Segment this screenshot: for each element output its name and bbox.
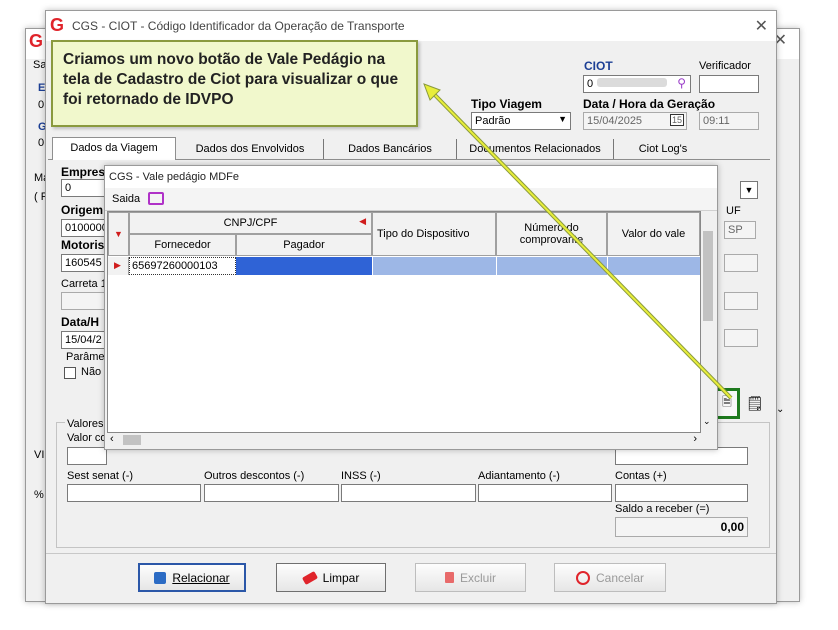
dropdown-chevron-icon[interactable]: ▼: [740, 181, 758, 199]
popup-title: CGS - Vale pedágio MDFe: [109, 171, 240, 183]
parametros-label: Parâme: [66, 351, 105, 363]
ciot-label: CIOT: [584, 59, 613, 73]
window-title: CGS - CIOT - Código Identificador da Ope…: [72, 19, 405, 33]
tipo-viagem-select[interactable]: Padrão ▼: [471, 112, 571, 130]
col-cnpj-cpf[interactable]: CNPJ/CPF ◀: [129, 212, 372, 234]
contas-input[interactable]: [615, 484, 748, 502]
cell-pagador[interactable]: [236, 257, 372, 275]
sest-senat-label: Sest senat (-): [67, 470, 134, 482]
origem-label: Origem: [61, 203, 104, 217]
report-icon[interactable]: 🗒: [746, 395, 764, 412]
nao-label: Não: [81, 366, 102, 378]
adiantamento-input[interactable]: [478, 484, 612, 502]
saldo-label: Saldo a receber (=): [615, 503, 710, 515]
scroll-right-icon[interactable]: ›: [693, 433, 697, 445]
vertical-scrollbar[interactable]: ⌄: [701, 211, 715, 433]
valores-label: Valores: [65, 418, 106, 430]
saldo-input: 0,00: [615, 517, 748, 537]
row-indicator-header: ▼: [108, 212, 129, 256]
footer-separator: [46, 553, 776, 554]
tab-dados-envolvidos[interactable]: Dados dos Envolvidos: [177, 139, 324, 159]
carreta-label: Carreta 1: [61, 278, 107, 290]
tab-ciot-logs[interactable]: Ciot Log's: [614, 139, 712, 159]
right-field-1[interactable]: [724, 254, 758, 272]
sort-triangle-icon: ▼: [114, 229, 123, 239]
save-icon: [154, 571, 167, 584]
uf-input[interactable]: SP: [724, 221, 756, 239]
back-fragment: 0: [38, 137, 45, 149]
menu-saida[interactable]: Saida: [112, 193, 140, 205]
tab-dados-bancarios[interactable]: Dados Bancários: [324, 139, 457, 159]
chevron-down-icon[interactable]: ⌄: [776, 404, 784, 415]
app-logo-icon: G: [29, 31, 44, 51]
tipo-viagem-label: Tipo Viagem: [471, 97, 542, 111]
scroll-left-icon[interactable]: ‹: [110, 433, 114, 445]
vale-pedagio-popup: CGS - Vale pedágio MDFe Saida ▼ CNPJ/CPF…: [104, 165, 718, 450]
eraser-icon: [301, 570, 318, 585]
collapse-triangle-icon[interactable]: ◀: [359, 216, 366, 227]
cancel-icon: [575, 570, 590, 585]
data-geracao-label: Data / Hora da Geração: [583, 97, 716, 111]
sest-senat-input[interactable]: [67, 484, 201, 502]
tab-dados-viagem[interactable]: Dados da Viagem: [52, 137, 176, 160]
excluir-button[interactable]: Excluir: [415, 563, 526, 592]
col-pagador[interactable]: Pagador: [236, 234, 372, 256]
outros-descontos-label: Outros descontos (-): [204, 470, 305, 482]
col-valor-vale[interactable]: Valor do vale: [607, 212, 700, 256]
scroll-down-icon[interactable]: ⌄: [703, 416, 711, 427]
cancelar-button[interactable]: Cancelar: [554, 563, 666, 592]
outros-descontos-input[interactable]: [204, 484, 339, 502]
monitor-icon[interactable]: [148, 192, 164, 205]
cell-numero-comprovante[interactable]: [496, 257, 607, 275]
app-logo-icon: G: [50, 15, 65, 35]
tab-documentos-relacionados[interactable]: Documentos Relacionados: [457, 139, 614, 159]
row-indicator: ▶: [108, 257, 129, 275]
contas-label: Contas (+): [615, 470, 667, 482]
verificador-input[interactable]: [699, 75, 759, 93]
horizontal-scrollbar[interactable]: ‹ ›: [107, 433, 701, 447]
ciot-titlebar: G CGS - CIOT - Código Identificador da O…: [46, 11, 776, 41]
col-numero-comprovante[interactable]: Número do comprovante: [496, 212, 607, 256]
document-icon: 🗎: [722, 395, 732, 409]
popup-menubar: Saida: [105, 188, 717, 211]
motorista-label: Motorist: [61, 238, 109, 252]
current-row-arrow-icon: ▶: [114, 260, 121, 270]
empresa-label: Empres: [61, 165, 106, 179]
ciot-input[interactable]: 0 ⚲: [583, 75, 691, 93]
close-icon[interactable]: ✕: [755, 16, 768, 36]
inss-label: INSS (-): [341, 470, 381, 482]
table-row[interactable]: ▶ 65697260000103: [108, 257, 700, 275]
popup-titlebar: CGS - Vale pedágio MDFe: [105, 166, 717, 188]
chevron-down-icon[interactable]: ▼: [558, 114, 567, 124]
data-geracao-input[interactable]: 15/04/2025 15: [583, 112, 687, 130]
trash-icon: [444, 572, 454, 583]
annotation-callout: Criamos um novo botão de Vale Pedágio na…: [51, 40, 418, 127]
col-fornecedor[interactable]: Fornecedor: [129, 234, 236, 256]
col-tipo-dispositivo[interactable]: Tipo do Dispositivo: [372, 212, 496, 256]
back-fragment: %: [34, 489, 44, 501]
cell-fornecedor[interactable]: 65697260000103: [129, 257, 236, 275]
cell-valor-vale[interactable]: [607, 257, 700, 275]
adiantamento-label: Adiantamento (-): [478, 470, 560, 482]
back-fragment: VI: [34, 449, 45, 461]
cell-tipo-dispositivo[interactable]: [372, 257, 496, 275]
data-hora-label: Data/H: [61, 315, 100, 329]
scrollbar-thumb[interactable]: [703, 231, 713, 321]
calendar-icon[interactable]: 15: [669, 114, 684, 126]
right-field-3[interactable]: [724, 329, 758, 347]
inss-input[interactable]: [341, 484, 476, 502]
grid: ▼ CNPJ/CPF ◀ Fornecedor Pagador Tipo do …: [107, 211, 701, 433]
valor-co-input[interactable]: [67, 447, 107, 465]
back-fragment: 0: [38, 99, 45, 111]
verificador-label: Verificador: [699, 60, 751, 72]
search-icon[interactable]: ⚲: [677, 76, 686, 90]
nao-checkbox[interactable]: [64, 367, 76, 379]
valor-co-label: Valor co: [67, 432, 107, 444]
limpar-button[interactable]: Limpar: [276, 563, 386, 592]
relacionar-button[interactable]: Relacionar: [138, 563, 246, 592]
hscrollbar-thumb[interactable]: [123, 435, 141, 445]
hora-geracao-input[interactable]: 09:11: [699, 112, 759, 130]
right-field-2[interactable]: [724, 292, 758, 310]
uf-label: UF: [726, 205, 741, 217]
